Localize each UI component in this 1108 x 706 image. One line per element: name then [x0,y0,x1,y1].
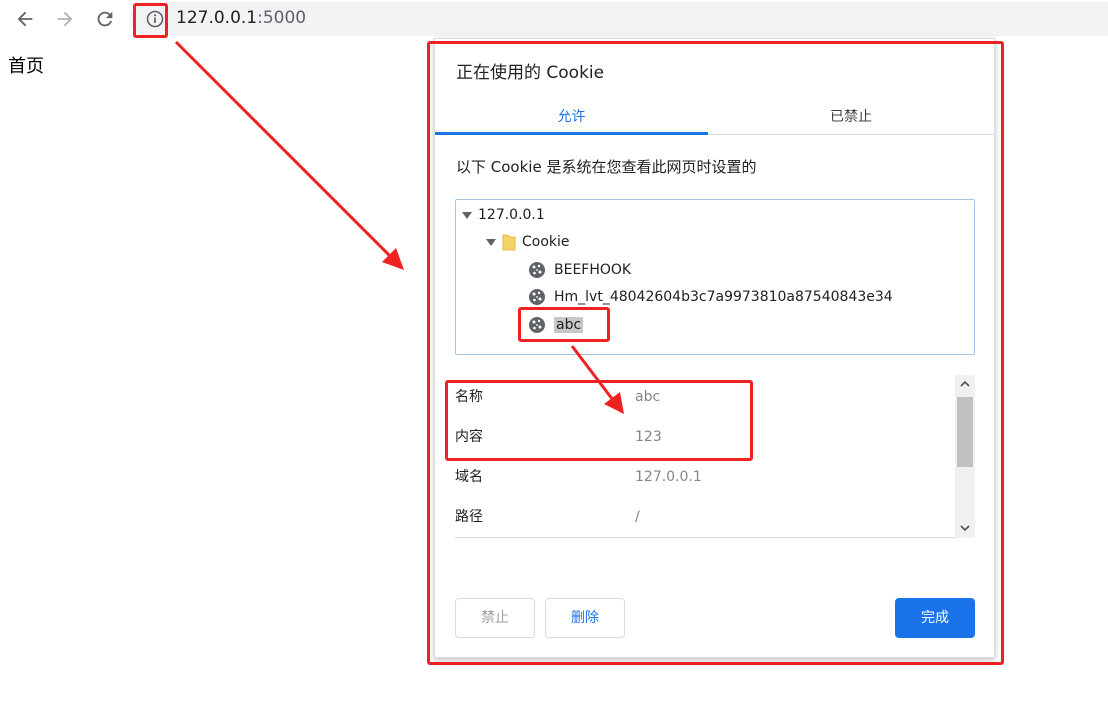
dialog-subtitle: 以下 Cookie 是系统在您查看此网页时设置的 [456,158,757,176]
done-button[interactable]: 完成 [895,598,975,638]
cookie-icon [528,288,546,306]
detail-row: 域名 127.0.0.1 [455,467,955,487]
detail-value: 127.0.0.1 [635,469,702,485]
annotation-arrow-line [174,40,398,264]
detail-label: 名称 [455,389,483,405]
tree-item-folder[interactable]: Cookie [486,230,570,254]
cookie-dialog: 正在使用的 Cookie 允许 已禁止 以下 Cookie 是系统在您查看此网页… [434,38,995,658]
annotation-arrowhead [382,248,404,270]
tree-host-label: 127.0.0.1 [478,207,545,223]
tree-cookie-label: BEEFHOOK [554,262,632,278]
remove-button[interactable]: 删除 [545,598,625,638]
scrollbar-thumb[interactable] [957,397,973,467]
tab-bar: 允许 已禁止 [435,101,994,135]
expand-triangle-icon[interactable] [462,211,472,219]
site-info-icon[interactable] [145,9,165,29]
url-port: :5000 [257,8,307,28]
back-arrow-icon[interactable] [14,8,36,30]
detail-label: 内容 [455,429,483,445]
detail-row: 名称 abc [455,387,955,407]
tree-item-cookie[interactable]: Hm_lvt_48042604b3c7a9973810a87540843e34 [528,285,893,309]
expand-triangle-icon[interactable] [486,238,496,246]
page-heading: 首页 [8,56,44,77]
dialog-title: 正在使用的 Cookie [456,63,605,83]
detail-value: / [635,509,640,525]
forward-arrow-icon[interactable] [54,8,76,30]
url-text[interactable]: 127.0.0.1:5000 [176,7,306,29]
folder-icon [502,233,516,251]
detail-row: 路径 / [455,507,955,527]
detail-label: 路径 [455,509,483,525]
cookie-details: 名称 abc 内容 123 域名 127.0.0.1 路径 / [455,375,975,538]
browser-toolbar: 127.0.0.1:5000 [0,0,1108,38]
detail-label: 域名 [455,469,483,485]
cookie-tree: 127.0.0.1 Cookie BEEFHOOK Hm_lvt_4804260… [455,199,975,355]
detail-value: 123 [635,429,662,445]
tab-blocked[interactable]: 已禁止 [708,101,994,135]
tree-item-cookie[interactable]: BEEFHOOK [528,258,631,282]
detail-value: abc [635,389,661,405]
tree-folder-label: Cookie [522,234,570,250]
reload-icon[interactable] [94,8,116,30]
detail-row: 内容 123 [455,427,955,447]
tab-allowed[interactable]: 允许 [435,101,708,135]
scroll-down-icon[interactable] [960,523,970,533]
cookie-icon [528,261,546,279]
block-button[interactable]: 禁止 [455,598,535,638]
tree-cookie-label: abc [554,317,584,333]
url-host: 127.0.0.1 [176,8,258,28]
scroll-up-icon[interactable] [960,379,970,389]
tree-cookie-label: Hm_lvt_48042604b3c7a9973810a87540843e34 [554,289,893,305]
details-scrollbar[interactable] [955,375,975,538]
cookie-icon [528,316,546,334]
tree-item-cookie-selected[interactable]: abc [528,313,584,337]
tree-item-host[interactable]: 127.0.0.1 [462,203,545,227]
